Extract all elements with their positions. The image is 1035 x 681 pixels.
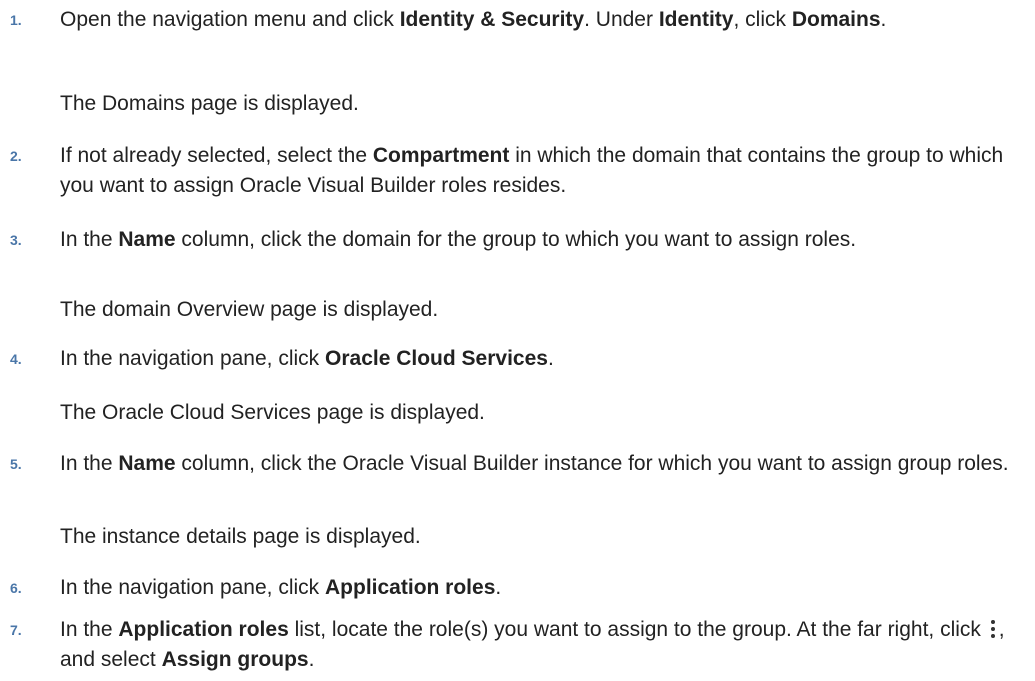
step-number: 3.: [10, 232, 22, 248]
kebab-menu-icon: [989, 619, 997, 639]
step-number: 1.: [10, 12, 22, 28]
step-number: 7.: [10, 622, 22, 638]
step-text: In the Name column, click the domain for…: [60, 228, 857, 251]
step-number: 6.: [10, 580, 22, 596]
step-3-result: The domain Overview page is displayed.: [60, 298, 439, 321]
step-text: In the Name column, click the Oracle Vis…: [60, 452, 1009, 475]
step-text: In the navigation pane, click Applicatio…: [60, 576, 502, 599]
step-text: In the Application roles list, locate th…: [60, 618, 1005, 671]
procedure-document: 1. Open the navigation menu and click Id…: [0, 0, 1035, 681]
step-5-result: The instance details page is displayed.: [60, 525, 421, 548]
step-1-result: The Domains page is displayed.: [60, 92, 359, 115]
step-number: 4.: [10, 351, 22, 367]
step-text: In the navigation pane, click Oracle Clo…: [60, 347, 554, 370]
step-text: If not already selected, select the Comp…: [60, 144, 1004, 197]
step-4-result: The Oracle Cloud Services page is displa…: [60, 401, 485, 424]
step-number: 5.: [10, 456, 22, 472]
step-number: 2.: [10, 148, 22, 164]
step-text: Open the navigation menu and click Ident…: [60, 8, 887, 31]
